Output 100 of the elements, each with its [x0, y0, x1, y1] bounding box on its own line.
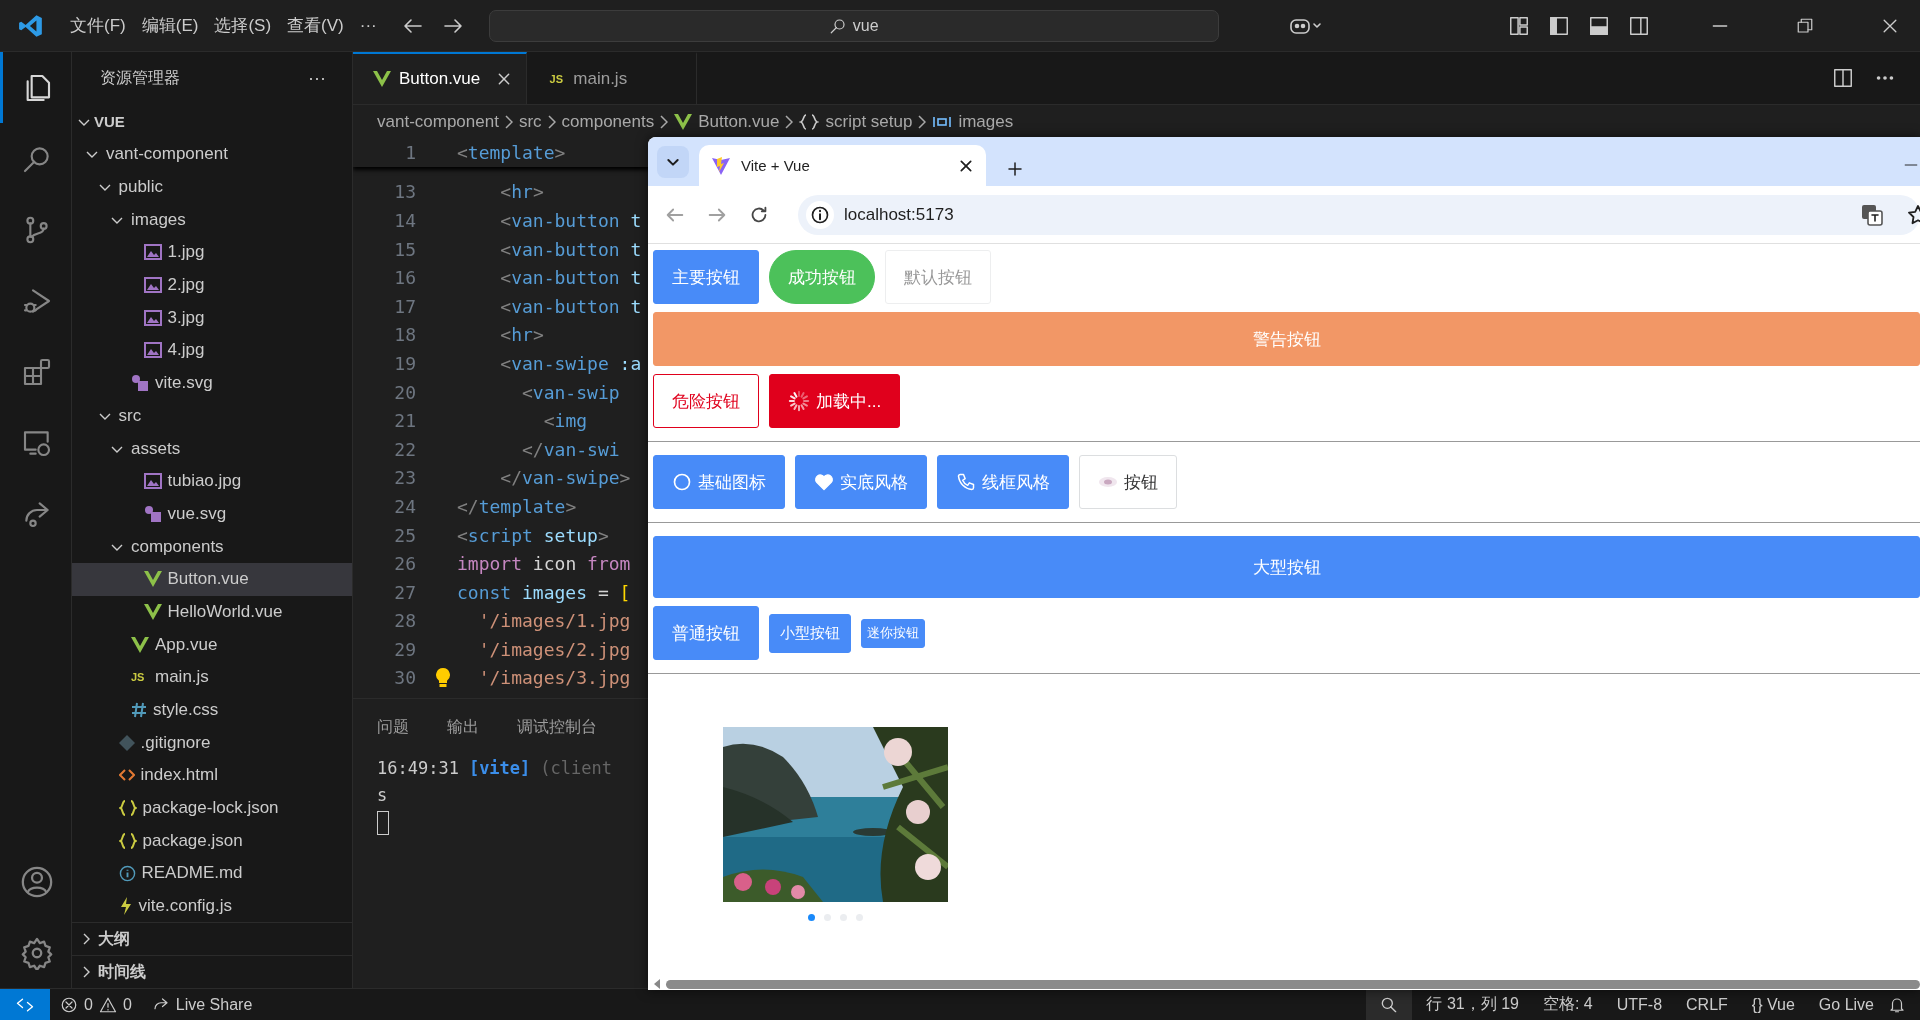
section-header[interactable]: 大纲: [72, 922, 352, 955]
code-line: <hr>: [499, 324, 544, 346]
settings-icon[interactable]: [20, 935, 54, 970]
section-header[interactable]: VUE: [72, 105, 352, 138]
file-item[interactable]: vite.config.js: [72, 889, 352, 922]
secondary-sidebar-icon[interactable]: [1628, 14, 1650, 37]
file-item[interactable]: README.md: [72, 857, 352, 890]
panel-tab[interactable]: 问题: [377, 716, 409, 738]
menu-item[interactable]: 查看(V): [279, 14, 352, 37]
file-item[interactable]: package-lock.json: [72, 791, 352, 825]
menu-item[interactable]: 选择(S): [206, 14, 280, 37]
status-item[interactable]: UTF-8: [1606, 995, 1673, 1014]
file-item[interactable]: index.html: [72, 759, 352, 792]
scrollbar-thumb[interactable]: [666, 979, 1920, 989]
line-number: 25: [393, 524, 416, 546]
code-line: <van-swipe :a: [499, 352, 642, 374]
slide-indicator[interactable]: [808, 914, 815, 921]
sidebar-toggle-icon[interactable]: [1548, 14, 1570, 37]
line-number: 19: [393, 352, 416, 374]
menu-item[interactable]: 编辑(E): [133, 14, 207, 37]
file-item[interactable]: tubiao.jpg: [72, 464, 352, 498]
menu-item[interactable]: ···: [351, 15, 385, 36]
search-icon: [828, 16, 847, 35]
new-tab-button[interactable]: [1006, 160, 1024, 178]
file-item[interactable]: vite.svg: [72, 366, 352, 400]
layout-icon[interactable]: [1508, 14, 1530, 37]
more-button[interactable]: ···: [302, 67, 332, 90]
code-line: </template>: [457, 495, 577, 517]
file-item[interactable]: App.vue: [72, 628, 352, 661]
breadcrumb-item[interactable]: components: [561, 111, 655, 132]
folder-item[interactable]: images: [72, 203, 352, 237]
breadcrumb-item[interactable]: vant-component: [377, 111, 499, 132]
braces-icon: [799, 112, 820, 131]
plus-icon: [1006, 160, 1024, 178]
zoom-button[interactable]: [1366, 988, 1413, 1020]
account-icon[interactable]: [20, 864, 54, 899]
tab-search-button[interactable]: [657, 146, 689, 178]
status-item[interactable]: Go Live: [1808, 995, 1884, 1014]
folder-item[interactable]: public: [72, 170, 352, 204]
status-item[interactable]: 空格: 4: [1532, 994, 1603, 1015]
button[interactable]: 危险按钮: [653, 374, 759, 428]
status-item[interactable]: 行 31，列 19: [1416, 994, 1529, 1015]
file-item[interactable]: HelloWorld.vue: [72, 595, 352, 629]
panel-tab[interactable]: 输出: [447, 716, 479, 738]
vue-file-icon: [131, 636, 149, 653]
file-item[interactable]: style.css: [72, 693, 352, 727]
chevron-right-icon: [547, 114, 556, 129]
file-item[interactable]: JS main.js: [72, 661, 352, 694]
error-icon: [60, 995, 78, 1014]
line-number: 28: [393, 610, 416, 632]
line-number: 30: [393, 667, 416, 689]
editor-tab[interactable]: Button.vue: [353, 52, 528, 104]
chevron-right-icon: [504, 114, 513, 129]
breadcrumb-item[interactable]: images: [958, 111, 1014, 132]
remote-button[interactable]: [0, 988, 50, 1020]
file-item[interactable]: 1.jpg: [72, 236, 352, 269]
line-number: 14: [393, 210, 416, 231]
warning-icon: [98, 995, 117, 1014]
button[interactable]: 加载中...: [769, 374, 901, 428]
panel-toggle-icon[interactable]: [1588, 14, 1610, 37]
line-number: 16: [393, 267, 416, 289]
breadcrumb-item[interactable]: script setup: [825, 111, 913, 132]
breadcrumb-item[interactable]: src: [518, 111, 542, 132]
vue-file-icon: [373, 71, 391, 87]
panel-tab[interactable]: 调试控制台: [517, 716, 597, 738]
folder-item[interactable]: vant-component: [72, 138, 352, 171]
search-field[interactable]: vue: [488, 9, 1219, 42]
folder-item[interactable]: src: [72, 399, 352, 433]
status-item[interactable]: CRLF: [1676, 995, 1738, 1014]
breadcrumb-item[interactable]: Button.vue: [698, 111, 780, 132]
restore-icon[interactable]: [1796, 16, 1814, 35]
terminal-time: 16:49:31: [377, 757, 459, 780]
file-item[interactable]: 3.jpg: [72, 301, 352, 335]
folder-item[interactable]: components: [72, 530, 352, 563]
file-item[interactable]: package.json: [72, 824, 352, 858]
code-line: <van-button t: [499, 295, 642, 317]
terminal-text: s: [377, 784, 388, 807]
code-line: <van-button t: [499, 267, 642, 289]
close-icon: [958, 157, 974, 174]
split-editor-icon[interactable]: [1832, 67, 1854, 89]
menu-item[interactable]: 文件(F): [62, 14, 134, 37]
line-number: 20: [393, 381, 416, 403]
file-item[interactable]: Button.vue: [72, 562, 352, 596]
file-item[interactable]: .gitignore: [72, 726, 352, 760]
file-item[interactable]: vue.svg: [72, 497, 352, 531]
lightbulb-icon[interactable]: [435, 666, 451, 689]
button[interactable]: 按钮: [1079, 455, 1177, 509]
image-file-icon: [143, 342, 162, 359]
browser-tab[interactable]: Vite + Vue: [699, 145, 986, 186]
folder-item[interactable]: assets: [72, 432, 352, 465]
address-bar[interactable]: localhost:5173: [798, 194, 1920, 235]
live-share-button[interactable]: Live Share: [141, 995, 263, 1014]
problems-button[interactable]: 0 0: [50, 995, 142, 1014]
file-item[interactable]: 2.jpg: [72, 268, 352, 302]
bolt-file-icon: [118, 897, 133, 916]
file-item[interactable]: 4.jpg: [72, 334, 352, 367]
code-line: '/images/2.jpg: [477, 638, 631, 660]
bell-icon[interactable]: [1888, 995, 1906, 1014]
translate-icon[interactable]: [1860, 202, 1884, 227]
status-item[interactable]: {} Vue: [1741, 995, 1805, 1014]
